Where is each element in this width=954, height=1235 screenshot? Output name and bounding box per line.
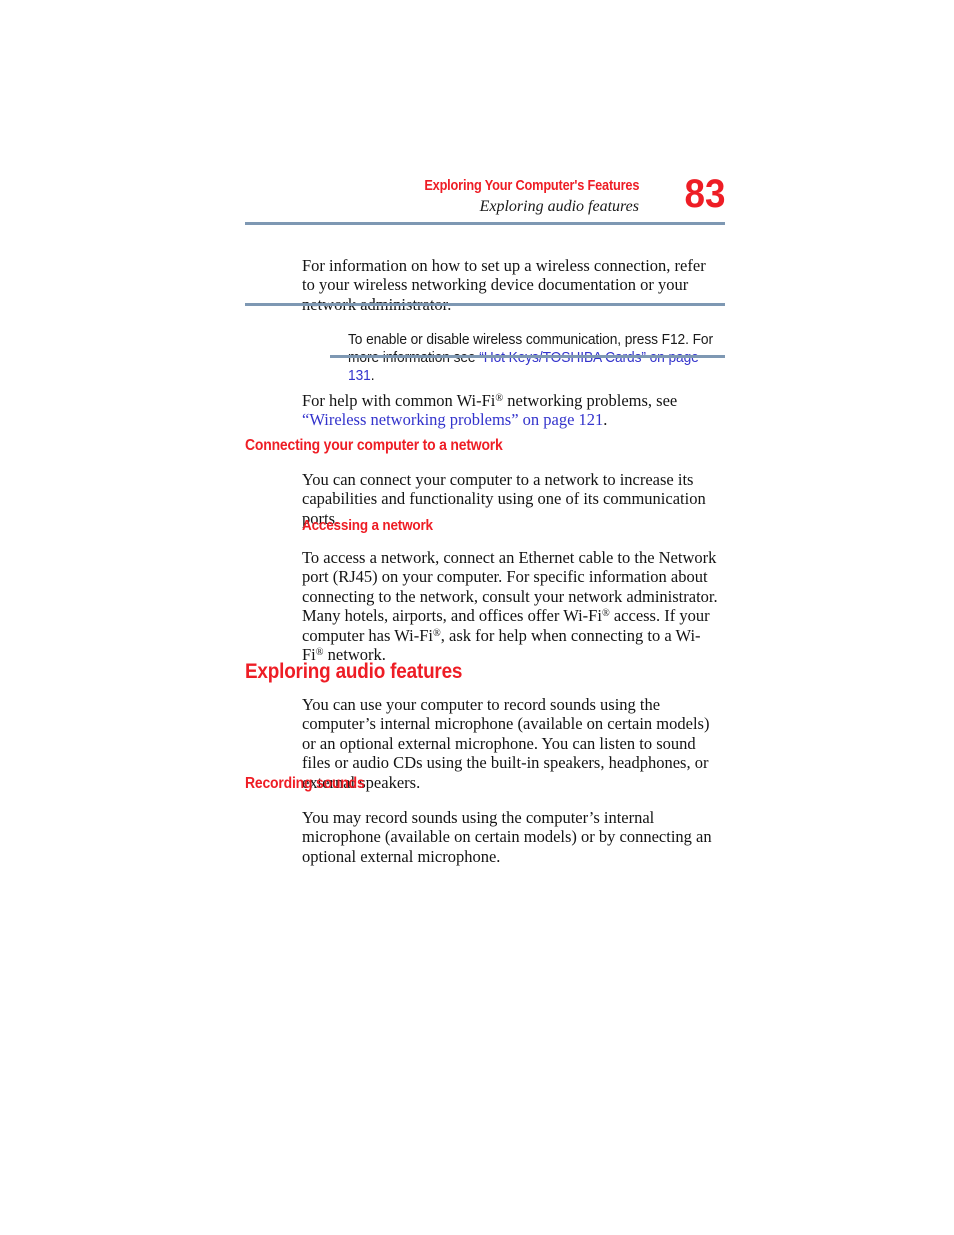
wifi-help-text-after: . — [603, 410, 608, 429]
heading-accessing-a-network: Accessing a network — [302, 517, 433, 534]
registered-mark-icon: ® — [433, 627, 441, 639]
wifi-help-text-middle: networking problems, see — [503, 390, 678, 410]
registered-mark-icon: ® — [601, 608, 610, 620]
note-bottom-rule — [330, 355, 725, 358]
registered-mark-icon: ® — [315, 647, 324, 659]
page-number: 83 — [684, 172, 725, 216]
heading-recording-sounds: Recording sounds — [245, 774, 365, 792]
document-page: Exploring Your Computer's Features Explo… — [0, 0, 954, 1235]
wifi-help-crossref-link[interactable]: “Wireless networking problems” on page 1… — [302, 410, 603, 429]
header-text-group: Exploring Your Computer's Features Explo… — [395, 178, 639, 217]
paragraph-wifi-help: For help with common Wi-Fi® networking p… — [302, 391, 722, 430]
page-header: Exploring Your Computer's Features Explo… — [245, 172, 725, 224]
section-subtitle: Exploring audio features — [479, 198, 639, 215]
heading-exploring-audio-features: Exploring audio features — [245, 660, 463, 684]
registered-mark-icon: ® — [495, 392, 504, 404]
note-top-rule — [245, 303, 725, 306]
heading-connecting-to-network: Connecting your computer to a network — [245, 436, 503, 454]
wifi-help-text-before: For help with common Wi-Fi — [302, 390, 496, 410]
note-text-after: . — [370, 367, 375, 384]
chapter-title: Exploring Your Computer's Features — [424, 178, 639, 194]
header-divider-rule — [245, 222, 725, 225]
paragraph-recording-sounds: You may record sounds using the computer… — [302, 807, 712, 866]
paragraph-accessing-a-network: To access a network, connect an Ethernet… — [302, 548, 722, 665]
